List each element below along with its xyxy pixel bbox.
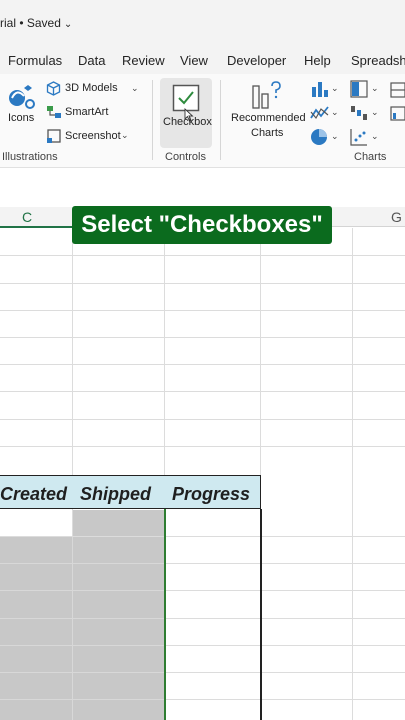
screenshot-icon: [47, 129, 61, 143]
tab-view[interactable]: View: [180, 53, 208, 68]
gridline: [0, 283, 405, 284]
tab-help[interactable]: Help: [304, 53, 331, 68]
tab-developer[interactable]: Developer: [227, 53, 286, 68]
tab-review[interactable]: Review: [122, 53, 165, 68]
tab-spreadsheet[interactable]: Spreadsheet: [351, 53, 405, 68]
chevron-down-icon: ⌄: [331, 83, 339, 93]
selected-cell[interactable]: [73, 510, 164, 536]
document-title-text: rial • Saved: [0, 16, 61, 30]
gridline: [0, 364, 405, 365]
smartart-icon: [47, 106, 61, 118]
recommended-charts-label-2: Charts: [251, 127, 284, 139]
gridline: [0, 310, 405, 311]
gridline: [0, 672, 164, 673]
chevron-down-icon: ⌄: [371, 107, 379, 117]
chevron-down-icon: ⌄: [371, 83, 379, 93]
column-header-c[interactable]: C: [22, 209, 32, 225]
checkbox-button[interactable]: Checkbox: [160, 78, 212, 148]
selected-range[interactable]: [0, 537, 164, 720]
column-chart-icon: [312, 82, 328, 97]
3d-models-label: 3D Models: [65, 82, 118, 94]
table-border: [260, 509, 262, 720]
icons-icon: [9, 85, 35, 109]
checkbox-label: Checkbox: [163, 116, 212, 128]
cube-icon: [46, 81, 61, 96]
line-chart-icon: [310, 106, 329, 120]
scatter-chart-icon: [350, 129, 367, 146]
gridline: [0, 645, 164, 646]
header-shipped[interactable]: Shipped: [80, 484, 151, 505]
selection-border: [164, 509, 166, 720]
tab-data[interactable]: Data: [78, 53, 105, 68]
chevron-down-icon: ⌄: [63, 19, 73, 30]
ribbon: Icons 3D Models ⌄ SmartArt Screenshot ⌄ …: [0, 74, 405, 168]
header-created[interactable]: Created: [0, 484, 67, 505]
tab-formulas[interactable]: Formulas: [8, 53, 62, 68]
table-header-row: Created Shipped Progress: [0, 475, 261, 509]
header-progress[interactable]: Progress: [172, 484, 250, 505]
group-label-controls: Controls: [165, 151, 206, 163]
gridline: [0, 446, 405, 447]
title-bar: rial • Saved ⌄: [0, 0, 405, 46]
chevron-down-icon: ⌄: [331, 107, 339, 117]
gridline: [0, 618, 164, 619]
waterfall-chart-icon: [351, 106, 367, 120]
gridline: [0, 337, 405, 338]
chevron-down-icon: ⌄: [371, 131, 379, 141]
group-label-illustrations: Illustrations: [2, 151, 58, 163]
ribbon-tabs: Formulas Data Review View Developer Help…: [0, 46, 405, 74]
maps-chart-icon[interactable]: [390, 82, 405, 98]
document-title[interactable]: rial • Saved ⌄: [0, 16, 72, 30]
smartart-label: SmartArt: [65, 106, 109, 118]
screenshot-label: Screenshot: [65, 130, 121, 142]
gridline: [0, 563, 164, 564]
gridline: [0, 391, 405, 392]
group-divider: [152, 80, 153, 160]
pie-chart-icon: [311, 129, 327, 145]
tutorial-caption: Select "Checkboxes": [72, 206, 332, 244]
chevron-down-icon: ⌄: [131, 83, 139, 93]
icons-label: Icons: [8, 112, 35, 124]
formula-bar-area: [0, 168, 405, 194]
recommended-charts-icon: [252, 81, 281, 109]
gridline: [0, 590, 164, 591]
chevron-down-icon: ⌄: [331, 131, 339, 141]
gridline: [72, 537, 73, 720]
gridline: [352, 228, 353, 720]
group-divider: [220, 80, 221, 160]
recommended-charts-label-1: Recommended: [231, 112, 306, 124]
column-header-g[interactable]: G: [391, 209, 402, 225]
gridline: [0, 699, 164, 700]
tutorial-caption-text: Select "Checkboxes": [81, 211, 323, 238]
hierarchy-chart-icon: [350, 80, 368, 98]
gridline: [0, 419, 405, 420]
chevron-down-icon: ⌄: [121, 130, 129, 140]
pivot-chart-icon[interactable]: [390, 105, 405, 121]
group-label-charts: Charts: [354, 151, 387, 163]
gridline: [0, 255, 405, 256]
